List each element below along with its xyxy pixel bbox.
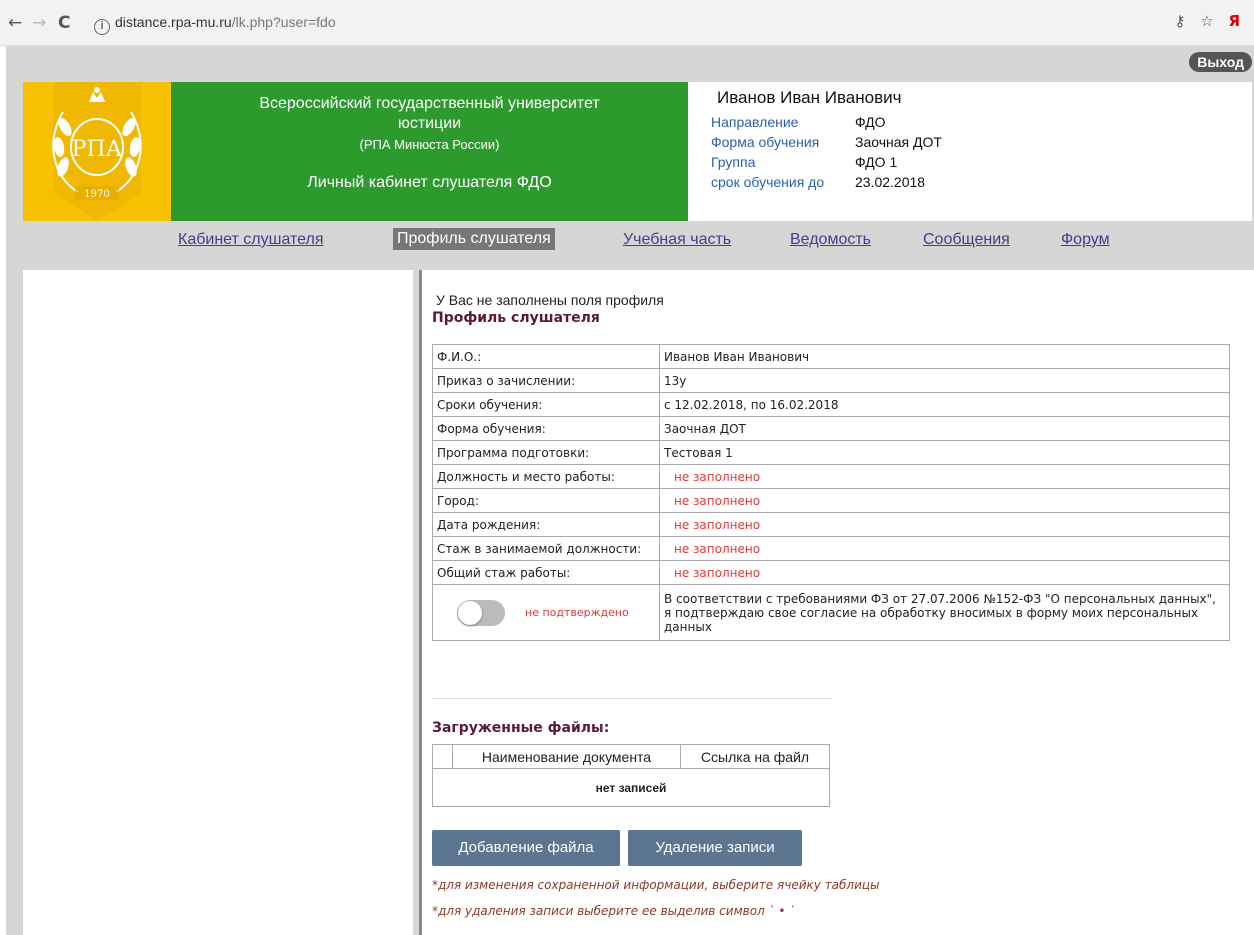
select-column-header	[432, 744, 453, 769]
menu-forum[interactable]: Форум	[1061, 231, 1110, 249]
row-value[interactable]: Иванов Иван Иванович	[659, 344, 1230, 369]
forward-icon[interactable]: →	[32, 13, 46, 33]
star-icon[interactable]: ☆	[1200, 12, 1213, 30]
cabinet-title: Личный кабинет слушателя ФДО	[307, 174, 552, 191]
row-value[interactable]: Заочная ДОТ	[659, 416, 1230, 441]
row-value[interactable]: не заполнено	[659, 560, 1230, 585]
menu-profile[interactable]: Профиль слушателя	[393, 228, 555, 250]
info-icon[interactable]: i	[94, 19, 110, 35]
info-value: Заочная ДОТ	[855, 134, 942, 150]
profile-title: Профиль слушателя	[432, 310, 600, 326]
row-value[interactable]: не заполнено	[659, 512, 1230, 537]
main-menu: Кабинет слушателя Профиль слушателя Учеб…	[6, 226, 1254, 256]
menu-messages[interactable]: Сообщения	[923, 231, 1010, 249]
university-logo: РПА 1970	[23, 82, 171, 221]
table-row[interactable]: Сроки обучения: с 12.02.2018, по 16.02.20…	[432, 392, 1230, 417]
left-panel	[23, 270, 413, 935]
delete-note: *для удаления записи выберите ее выделив…	[432, 904, 796, 918]
info-key: Форма обучения	[711, 134, 820, 150]
empty-state: нет записей	[432, 768, 830, 807]
page: Выход РПА 1970 Всероссийский государстве…	[6, 46, 1254, 935]
table-row[interactable]: Город: не заполнено	[432, 488, 1230, 513]
files-title: Загруженные файлы:	[432, 720, 610, 736]
menu-study[interactable]: Учебная часть	[623, 231, 731, 249]
table-row[interactable]: Форма обучения: Заочная ДОТ	[432, 416, 1230, 441]
row-label: Дата рождения:	[432, 512, 660, 537]
university-banner: Всероссийский государственный университе…	[171, 82, 688, 221]
table-row[interactable]: Ф.И.О.: Иванов Иван Иванович	[432, 344, 1230, 369]
user-info: Иванов Иван Иванович Направление ФДО Форм…	[711, 88, 942, 192]
yandex-icon[interactable]: Я	[1228, 12, 1240, 30]
univ-name-line1: Всероссийский государственный университе…	[259, 95, 600, 112]
logout-button[interactable]: Выход	[1189, 52, 1252, 72]
row-label: Программа подготовки:	[432, 440, 660, 465]
column-header-link: Ссылка на файл	[680, 744, 830, 769]
univ-name-line2: юстиции	[397, 115, 462, 132]
table-row[interactable]: Дата рождения: не заполнено	[432, 512, 1230, 537]
browser-toolbar: ← → C i distance.rpa-mu.ru/lk.php?user=fd…	[0, 0, 1254, 46]
files-table: Наименование документа Ссылка на файл не…	[432, 744, 830, 807]
row-value[interactable]: не заполнено	[659, 536, 1230, 561]
info-value: ФДО	[855, 114, 886, 130]
divider	[432, 698, 832, 699]
consent-text: В соответствии с требованиями ФЗ от 27.0…	[659, 584, 1230, 641]
toolbar-icons: ⚷ ☆ Я	[1164, 12, 1240, 30]
edit-note: *для изменения сохраненной информации, в…	[432, 878, 880, 892]
back-icon[interactable]: ←	[8, 13, 22, 33]
row-label: Сроки обучения:	[432, 392, 660, 417]
url-host: distance.rpa-mu.ru	[115, 14, 232, 30]
site-header: РПА 1970 Всероссийский государственный у…	[23, 82, 1252, 221]
row-label: Должность и место работы:	[432, 464, 660, 489]
user-info-table: Направление ФДО Форма обучения Заочная ДОТ…	[711, 112, 942, 192]
menu-cabinet[interactable]: Кабинет слушателя	[178, 231, 324, 249]
logo-year: 1970	[84, 189, 109, 200]
profile-table: Ф.И.О.: Иванов Иван Иванович Приказ о зач…	[432, 344, 1230, 641]
table-row[interactable]: Приказ о зачислении: 13у	[432, 368, 1230, 393]
info-key: Группа	[711, 154, 756, 170]
table-row[interactable]: Должность и место работы: не заполнено	[432, 464, 1230, 489]
logo-text: РПА	[72, 137, 123, 162]
reload-icon[interactable]: C	[58, 13, 70, 33]
row-label: Форма обучения:	[432, 416, 660, 441]
univ-name-line3: (РПА Минюста России)	[359, 137, 500, 152]
info-key: Направление	[711, 114, 799, 130]
row-value[interactable]: Тестовая 1	[659, 440, 1230, 465]
url-path: /lk.php?user=fdo	[231, 14, 336, 30]
key-icon[interactable]: ⚷	[1174, 12, 1185, 30]
row-label: Общий стаж работы:	[432, 560, 660, 585]
row-label: Приказ о зачислении:	[432, 368, 660, 393]
row-value[interactable]: с 12.02.2018, по 16.02.2018	[659, 392, 1230, 417]
profile-content: У Вас не заполнены поля профиля Профиль …	[419, 270, 1254, 935]
consent-toggle-cell: не подтверждено	[432, 584, 660, 641]
laurel-emblem-icon: РПА 1970	[52, 82, 142, 221]
toggle-knob	[458, 600, 482, 625]
row-value[interactable]: 13у	[659, 368, 1230, 393]
consent-row: не подтверждено В соответствии с требова…	[432, 584, 1230, 641]
row-label: Ф.И.О.:	[432, 344, 660, 369]
row-label: Стаж в занимаемой должности:	[432, 536, 660, 561]
consent-status: не подтверждено	[525, 606, 629, 619]
table-row[interactable]: Программа подготовки: Тестовая 1	[432, 440, 1230, 465]
consent-toggle[interactable]	[457, 599, 505, 626]
table-row[interactable]: Общий стаж работы: не заполнено	[432, 560, 1230, 585]
menu-gradebook[interactable]: Ведомость	[790, 231, 871, 249]
table-row[interactable]: Стаж в занимаемой должности: не заполнено	[432, 536, 1230, 561]
delete-record-button[interactable]: Удаление записи	[628, 830, 802, 866]
column-header-name: Наименование документа	[452, 744, 681, 769]
info-value: ФДО 1	[855, 154, 898, 170]
address-bar[interactable]: i distance.rpa-mu.ru/lk.php?user=fdo	[94, 8, 1174, 36]
row-value[interactable]: не заполнено	[659, 488, 1230, 513]
info-key: срок обучения до	[711, 174, 825, 190]
profile-warning: У Вас не заполнены поля профиля	[436, 292, 664, 308]
info-value: 23.02.2018	[855, 174, 926, 190]
user-name: Иванов Иван Иванович	[717, 88, 902, 107]
row-value[interactable]: не заполнено	[659, 464, 1230, 489]
add-file-button[interactable]: Добавление файла	[432, 830, 620, 866]
row-label: Город:	[432, 488, 660, 513]
